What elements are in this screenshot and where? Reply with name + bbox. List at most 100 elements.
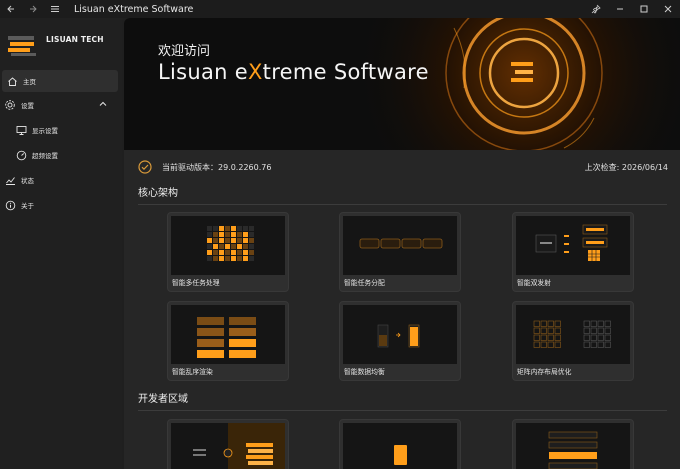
sidebar-item-settings[interactable]: 设置 bbox=[0, 94, 120, 116]
feature-card-data-balance[interactable]: 智能数据均衡 bbox=[339, 301, 461, 381]
grid-cell bbox=[243, 250, 248, 255]
grid-cell bbox=[207, 238, 212, 243]
grid-cell bbox=[225, 232, 230, 237]
grid-cell bbox=[219, 232, 224, 237]
grid-cell bbox=[219, 250, 224, 255]
grid-cell bbox=[225, 226, 230, 231]
card-title: 智能数据均衡 bbox=[344, 368, 385, 376]
sidebar-item-label: 主页 bbox=[23, 78, 36, 86]
grid-cell bbox=[237, 244, 242, 249]
driver-status-row: 当前驱动版本：29.0.2260.76 上次检查: 2026/06/14 bbox=[138, 160, 668, 176]
card-thumbnail bbox=[343, 423, 457, 469]
grid-cell bbox=[213, 226, 218, 231]
grid-cell bbox=[225, 244, 230, 249]
matrix-cell bbox=[604, 334, 611, 341]
dual-issue-illustration bbox=[535, 224, 608, 261]
matrix-cell bbox=[604, 320, 611, 327]
maximize-icon[interactable] bbox=[632, 0, 656, 18]
grid-cell bbox=[219, 226, 224, 231]
matrix-cell bbox=[554, 341, 561, 348]
grid-cell bbox=[231, 226, 236, 231]
home-icon bbox=[6, 75, 18, 87]
last-check-date: 上次检查: 2026/06/14 bbox=[584, 163, 668, 172]
hero-banner: 欢迎访问 Lisuan eXtreme Software bbox=[124, 18, 680, 150]
matrix-cell bbox=[547, 320, 554, 327]
matrix-cell bbox=[554, 320, 561, 327]
matrix-cell bbox=[590, 320, 597, 327]
minimize-icon[interactable] bbox=[608, 0, 632, 18]
matrix-cell bbox=[583, 341, 590, 348]
grid-cell bbox=[213, 250, 218, 255]
sidebar-item-status[interactable]: 状态 bbox=[0, 169, 120, 191]
grid-cell bbox=[237, 256, 242, 261]
gauge-icon bbox=[15, 149, 27, 161]
close-icon[interactable] bbox=[656, 0, 680, 18]
hamburger-menu-icon[interactable] bbox=[44, 0, 66, 18]
matrix-cell bbox=[597, 327, 604, 334]
sidebar-item-label: 显示设置 bbox=[32, 127, 58, 135]
feature-card-dual-issue[interactable]: 智能双发射 bbox=[512, 212, 634, 292]
card-title: 智能多任务处理 bbox=[172, 279, 220, 287]
feature-card-task-distribution[interactable]: 智能任务分配 bbox=[339, 212, 461, 292]
feature-card-matrix-memory[interactable]: 矩阵内存布局优化 bbox=[512, 301, 634, 381]
grid-cell bbox=[243, 238, 248, 243]
grid-cell bbox=[213, 244, 218, 249]
matrix-cell bbox=[533, 341, 540, 348]
grid-cell bbox=[219, 244, 224, 249]
gear-icon bbox=[4, 99, 16, 111]
card-thumbnail bbox=[516, 423, 630, 469]
matrix-cell bbox=[583, 320, 590, 327]
feature-card-ooo-render[interactable]: 智能乱序渲染 bbox=[167, 301, 289, 381]
lisuan-logo bbox=[8, 36, 36, 56]
matrix-cell bbox=[590, 341, 597, 348]
forward-arrow-icon[interactable] bbox=[22, 0, 44, 18]
developer-card-3[interactable] bbox=[512, 419, 634, 469]
developer-illustration bbox=[193, 423, 285, 469]
matrix-cell bbox=[597, 320, 604, 327]
matrix-cell bbox=[540, 320, 547, 327]
product-title-accent: X bbox=[247, 60, 263, 84]
chevron-up-icon[interactable] bbox=[98, 99, 108, 111]
sidebar-item-home[interactable]: 主页 bbox=[2, 70, 118, 92]
grid-cell bbox=[237, 238, 242, 243]
sidebar-item-about[interactable]: 关于 bbox=[0, 194, 120, 216]
matrix-cell bbox=[547, 341, 554, 348]
chart-line-icon bbox=[4, 174, 16, 186]
developer-card-1[interactable] bbox=[167, 419, 289, 469]
grid-cell bbox=[249, 226, 254, 231]
sidebar-item-label: 超频设置 bbox=[32, 152, 58, 160]
matrix-cell bbox=[533, 320, 540, 327]
card-title: 智能任务分配 bbox=[344, 279, 385, 287]
grid-cell bbox=[207, 232, 212, 237]
sidebar-item-display-settings[interactable]: 显示设置 bbox=[0, 119, 120, 141]
driver-version: 当前驱动版本：29.0.2260.76 bbox=[162, 163, 272, 172]
card-title: 矩阵内存布局优化 bbox=[517, 368, 572, 376]
card-thumbnail bbox=[516, 216, 630, 275]
back-arrow-icon[interactable] bbox=[0, 0, 22, 18]
feature-card-multitask[interactable]: 智能多任务处理 bbox=[167, 212, 289, 292]
card-thumbnail bbox=[343, 305, 457, 364]
card-thumbnail bbox=[171, 305, 285, 364]
grid-cell bbox=[207, 250, 212, 255]
card-title: 智能乱序渲染 bbox=[172, 368, 213, 376]
grid-cell bbox=[249, 250, 254, 255]
grid-cell bbox=[207, 244, 212, 249]
sidebar-item-label: 状态 bbox=[21, 177, 34, 185]
grid-cell bbox=[231, 250, 236, 255]
grid-cell bbox=[207, 256, 212, 261]
matrix-cell bbox=[547, 334, 554, 341]
card-thumbnail bbox=[343, 216, 457, 275]
grid-cell bbox=[219, 256, 224, 261]
section-divider bbox=[138, 410, 667, 411]
pin-icon[interactable] bbox=[584, 0, 608, 18]
product-title-prefix: Lisuan e bbox=[158, 60, 248, 84]
grid-cell bbox=[237, 232, 242, 237]
sidebar-item-label: 关于 bbox=[21, 202, 34, 210]
matrix-cell bbox=[597, 341, 604, 348]
grid-cell bbox=[237, 250, 242, 255]
developer-card-2[interactable] bbox=[339, 419, 461, 469]
sidebar-item-overclock-settings[interactable]: 超频设置 bbox=[0, 144, 120, 166]
grid-cell bbox=[231, 256, 236, 261]
section-title-developer: 开发者区域 bbox=[138, 394, 188, 405]
render-blocks-illustration bbox=[197, 317, 256, 358]
